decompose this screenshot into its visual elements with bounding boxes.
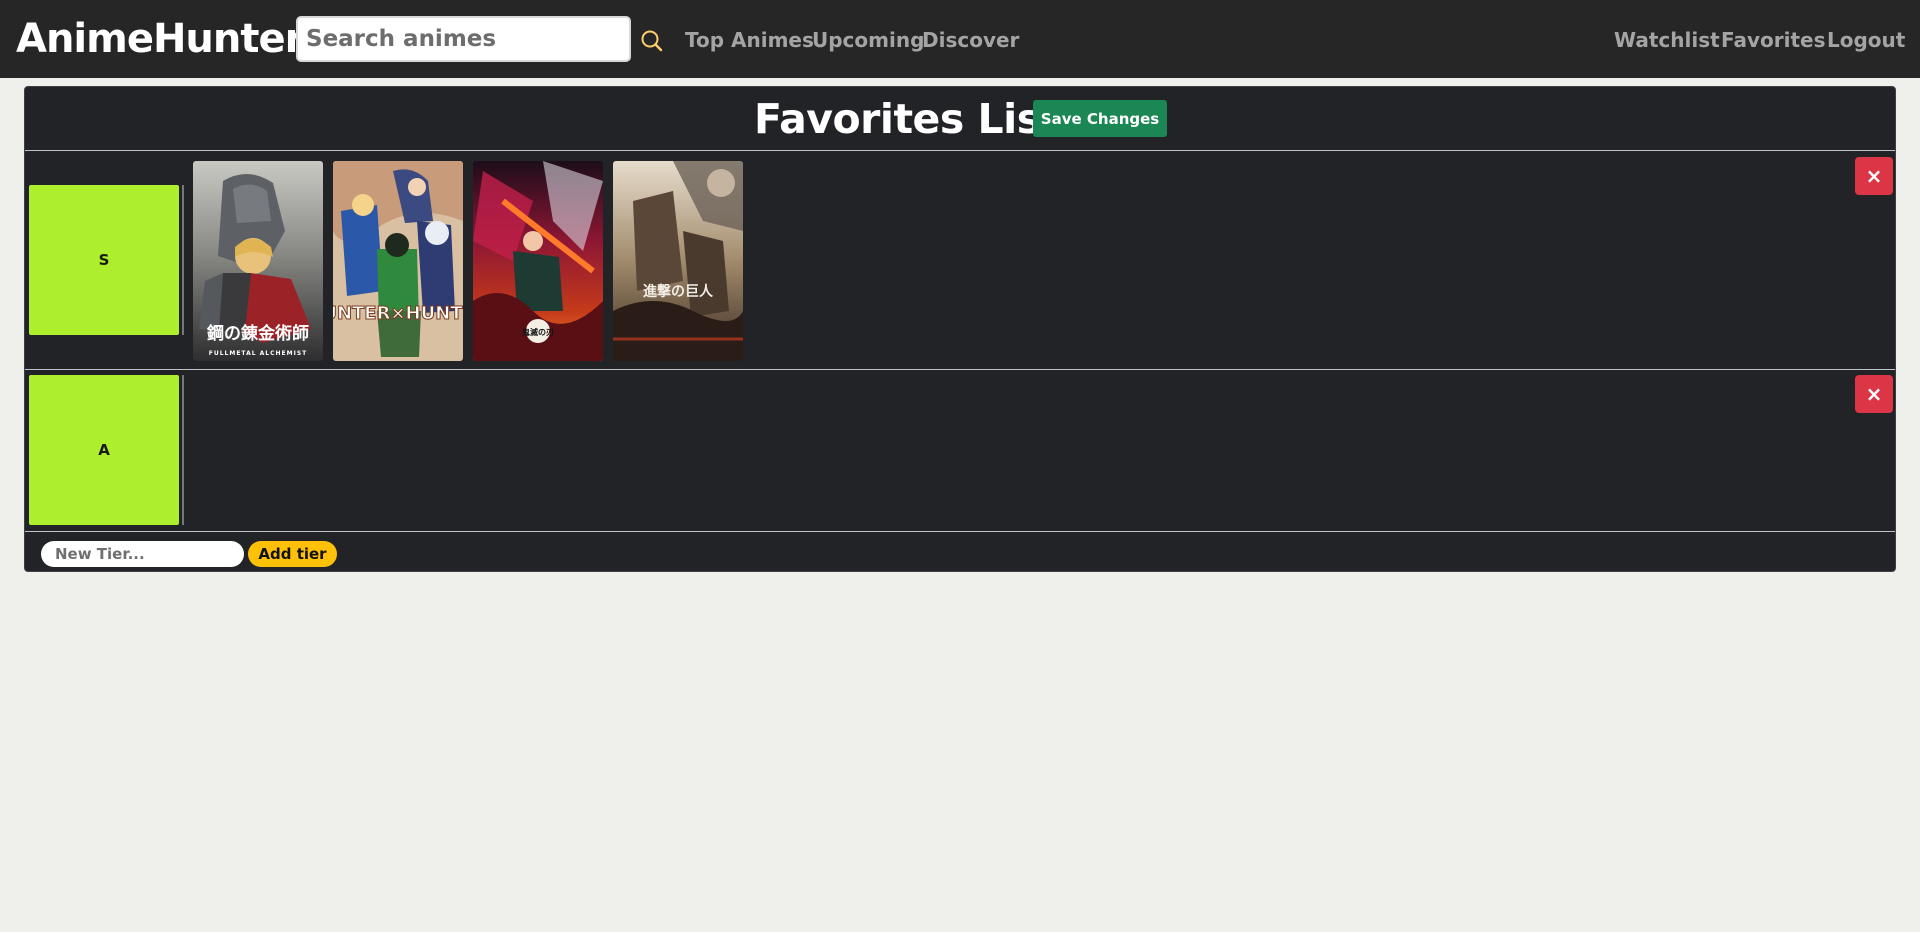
- new-tier-input[interactable]: [41, 541, 244, 567]
- tier-row-a: A ×: [25, 371, 1895, 532]
- poster-title-text: 鋼の錬金術師: [206, 323, 309, 344]
- close-icon: ×: [1865, 164, 1883, 188]
- tier-divider: [182, 185, 184, 335]
- nav-link-discover[interactable]: Discover: [922, 27, 1019, 53]
- fullmetal-alchemist-poster-image: 鋼の錬金術師 FULLMETAL ALCHEMIST: [193, 161, 323, 361]
- nav-link-top-animes[interactable]: Top Animes: [685, 27, 814, 53]
- navbar: AnimeHunter Top Animes Upcoming Discover…: [0, 0, 1920, 78]
- search-input[interactable]: [296, 16, 631, 62]
- delete-tier-button[interactable]: ×: [1855, 157, 1893, 195]
- poster-title-text: 鬼滅の刃: [522, 327, 554, 337]
- hunter-x-hunter-poster-image: HUNTER×HUNTER: [333, 161, 463, 361]
- add-tier-button[interactable]: Add tier: [248, 541, 337, 567]
- delete-tier-button[interactable]: ×: [1855, 375, 1893, 413]
- nav-link-upcoming[interactable]: Upcoming: [812, 27, 924, 53]
- poster-title-text: HUNTER×HUNTER: [333, 303, 463, 324]
- poster-attack-on-titan[interactable]: 進撃の巨人: [613, 161, 743, 361]
- nav-link-watchlist[interactable]: Watchlist: [1614, 27, 1720, 53]
- tier-row-s: S 鋼の錬金術師 FULLMETAL ALCHEMIST NTER×HUNT 鬼…: [25, 152, 1895, 370]
- nav-link-favorites[interactable]: Favorites: [1721, 27, 1826, 53]
- tier-label[interactable]: A: [29, 375, 179, 525]
- tier-label[interactable]: S: [29, 185, 179, 335]
- brand-logo[interactable]: AnimeHunter: [16, 14, 304, 64]
- page-title: Favorites List: [754, 95, 1060, 143]
- poster-hunter-x-hunter[interactable]: HUNTER×HUNTER: [333, 161, 463, 361]
- attack-on-titan-poster-image: 進撃の巨人: [613, 161, 743, 361]
- poster-fullmetal-alchemist[interactable]: 鋼の錬金術師 FULLMETAL ALCHEMIST: [193, 161, 323, 361]
- poster-demon-slayer[interactable]: 鬼滅の刃: [473, 161, 603, 361]
- nav-link-logout[interactable]: Logout: [1827, 27, 1905, 53]
- search-icon: [641, 30, 663, 52]
- demon-slayer-poster-image: 鬼滅の刃: [473, 161, 603, 361]
- favorites-panel: Favorites List Save Changes S 鋼の錬金術師 FUL…: [24, 86, 1896, 572]
- search-button[interactable]: [638, 26, 668, 56]
- panel-header: Favorites List Save Changes: [25, 87, 1895, 151]
- tier-divider: [182, 375, 184, 525]
- close-icon: ×: [1865, 382, 1883, 406]
- poster-title-text: 進撃の巨人: [643, 283, 714, 300]
- poster-subtitle-text: FULLMETAL ALCHEMIST: [209, 350, 307, 357]
- add-tier-row: Add tier: [25, 533, 1895, 571]
- save-changes-button[interactable]: Save Changes: [1033, 100, 1167, 137]
